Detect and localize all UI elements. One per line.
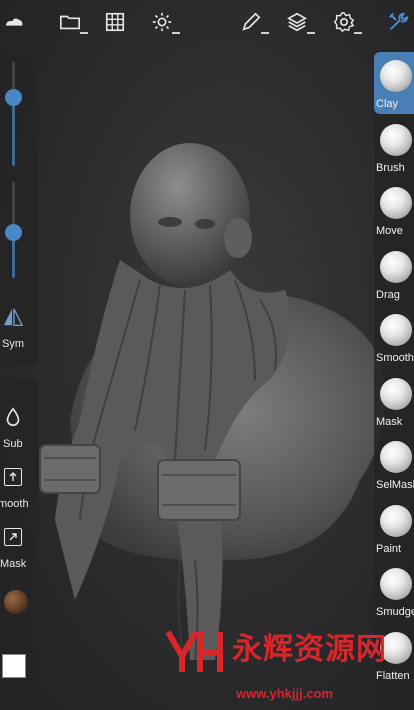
smooth-label: mooth bbox=[0, 498, 29, 510]
brush-item-drag[interactable]: Drag bbox=[374, 243, 414, 305]
brush-item-move[interactable]: Move bbox=[374, 179, 414, 241]
radius-slider-knob[interactable] bbox=[5, 89, 22, 107]
up-arrow-icon bbox=[9, 472, 17, 481]
brush-item-clay[interactable]: Clay bbox=[374, 52, 414, 114]
sun-icon[interactable] bbox=[148, 8, 180, 36]
brush-item-brush[interactable]: Brush bbox=[374, 116, 414, 178]
mask-label: Mask bbox=[0, 558, 27, 570]
brush-item-smooth[interactable]: Smooth bbox=[374, 306, 414, 368]
left-slider-panel: Sym bbox=[0, 50, 38, 366]
brush-label: Smudge bbox=[376, 606, 414, 618]
folder-icon[interactable] bbox=[56, 8, 88, 36]
sub-button[interactable]: Sub bbox=[0, 406, 38, 454]
brush-preview-icon bbox=[380, 123, 412, 156]
intensity-slider[interactable] bbox=[0, 182, 38, 278]
sculpt-viewport[interactable] bbox=[0, 0, 414, 710]
radius-slider[interactable] bbox=[0, 62, 38, 166]
color-swatch-button[interactable] bbox=[2, 654, 26, 678]
brush-item-mask[interactable]: Mask bbox=[374, 370, 414, 432]
brush-preview-icon bbox=[380, 568, 412, 600]
tools-icon[interactable] bbox=[384, 8, 412, 36]
watermark-url: www.yhkjjj.com bbox=[236, 686, 334, 701]
left-tool-panel: Sub mooth Mask bbox=[0, 378, 38, 710]
brush-preview-icon bbox=[380, 377, 412, 410]
smooth-toggle-button[interactable]: mooth bbox=[0, 468, 38, 514]
grid-icon[interactable] bbox=[101, 8, 129, 36]
brush-preview-icon bbox=[380, 60, 412, 92]
brush-label: Paint bbox=[376, 542, 402, 555]
drop-icon bbox=[6, 407, 20, 426]
brush-label: Drag bbox=[376, 288, 400, 301]
brush-preview-icon bbox=[380, 441, 412, 473]
sub-label: Sub bbox=[3, 438, 23, 450]
brush-label: Brush bbox=[376, 161, 405, 174]
symmetry-button[interactable]: Sym bbox=[0, 306, 38, 356]
symmetry-icon bbox=[3, 308, 24, 326]
brush-label: Mask bbox=[376, 415, 403, 428]
radius-slider-track[interactable] bbox=[12, 62, 15, 166]
brush-panel: Clay Brush Move Drag Smooth Mask SelMask Paint S… bbox=[374, 50, 414, 710]
corner-arrow-icon bbox=[9, 533, 17, 541]
brush-label: SelMask bbox=[376, 479, 414, 491]
material-sphere-button[interactable] bbox=[4, 590, 28, 614]
pen-icon[interactable] bbox=[237, 8, 269, 36]
brush-preview-icon bbox=[380, 187, 412, 219]
brush-label: Move bbox=[376, 225, 403, 237]
brush-item-paint[interactable]: Paint bbox=[374, 497, 414, 559]
watermark-logo bbox=[165, 630, 223, 672]
brush-preview-icon bbox=[380, 250, 412, 283]
brush-label: Smooth bbox=[376, 352, 414, 364]
symmetry-label: Sym bbox=[2, 338, 24, 350]
gear-icon[interactable] bbox=[330, 8, 362, 36]
brush-preview-icon bbox=[380, 504, 412, 537]
brush-item-selmask[interactable]: SelMask bbox=[374, 433, 414, 495]
cloud-icon[interactable] bbox=[0, 8, 28, 36]
intensity-slider-knob[interactable] bbox=[5, 223, 22, 241]
top-toolbar bbox=[0, 0, 414, 44]
watermark-text: 永辉资源网 bbox=[232, 633, 387, 666]
sculpt-model[interactable] bbox=[0, 0, 414, 710]
mask-toggle-button[interactable]: Mask bbox=[0, 528, 38, 574]
brush-item-smudge[interactable]: Smudge bbox=[374, 560, 414, 622]
brush-label: Flatten bbox=[376, 669, 410, 682]
brush-preview-icon bbox=[380, 314, 412, 346]
layers-icon[interactable] bbox=[283, 8, 315, 36]
brush-label: Clay bbox=[376, 98, 399, 110]
